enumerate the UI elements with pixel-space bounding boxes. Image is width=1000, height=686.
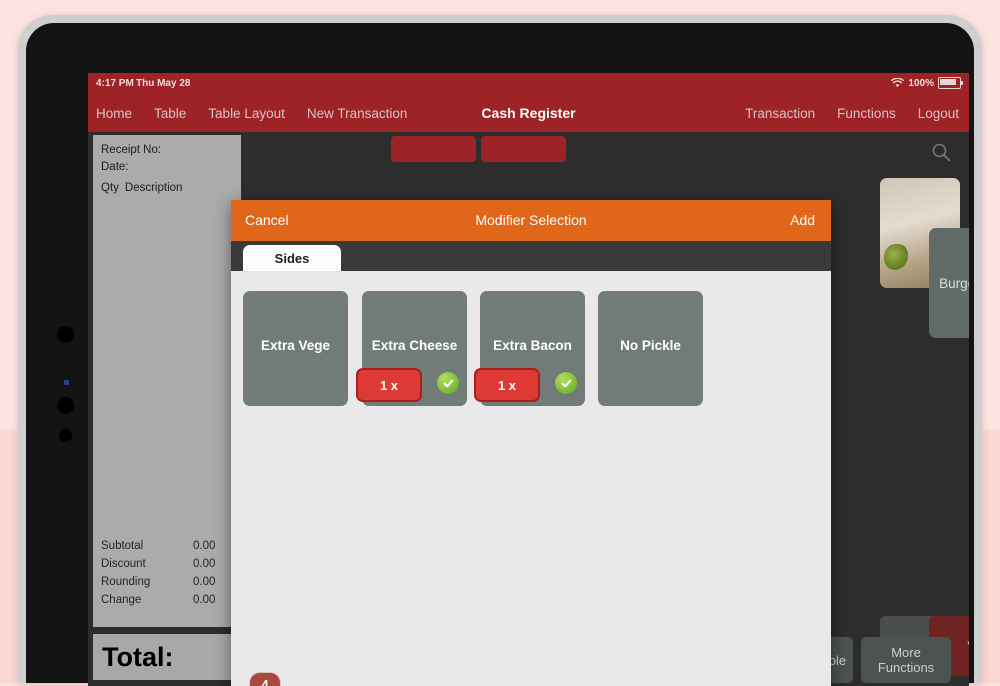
change-label: Change	[101, 594, 142, 606]
nav-left-group: Home Table Table Layout New Transaction	[96, 94, 407, 132]
microphone-icon	[59, 429, 72, 442]
search-icon[interactable]	[931, 142, 951, 167]
tablet-device: 4:17 PM Thu May 28 100% Cash Register Ho…	[18, 15, 982, 686]
status-date: Thu May 28	[136, 78, 191, 89]
nav-item-functions[interactable]: Functions	[837, 106, 896, 121]
receipt-qty-header: Qty	[101, 182, 119, 194]
nav-item-home[interactable]: Home	[96, 106, 132, 121]
nav-item-table[interactable]: Table	[154, 106, 186, 121]
totals-row-discount: Discount 0.00	[93, 558, 241, 576]
nav-item-table-layout[interactable]: Table Layout	[208, 106, 285, 121]
more-functions-button[interactable]: More Functions	[861, 637, 951, 683]
change-value: 0.00	[193, 594, 216, 606]
modifier-tile-extra-bacon[interactable]: Extra Bacon 1 x	[474, 291, 585, 406]
nav-right-group: Transaction Functions Logout	[745, 94, 959, 132]
status-indicators: 100%	[891, 77, 963, 89]
battery-icon	[938, 77, 963, 89]
modal-body: Extra Vege Extra Cheese 1 x Extra Bacon …	[231, 271, 831, 686]
discount-label: Discount	[101, 558, 146, 570]
receipt-column-headers: Qty Description	[101, 182, 182, 194]
receipt-description-header: Description	[124, 182, 183, 194]
nav-item-transaction[interactable]: Transaction	[745, 106, 815, 121]
rounding-label: Rounding	[101, 576, 151, 588]
modifier-tile-no-pickle[interactable]: No Pickle	[598, 291, 703, 406]
camera-lens-icon	[57, 326, 74, 343]
rounding-value: 0.00	[193, 576, 216, 588]
modifier-label: Extra Vege	[260, 338, 331, 353]
nav-item-logout[interactable]: Logout	[918, 106, 959, 121]
sensor-dot-icon	[57, 397, 74, 414]
product-qty-badge: 4	[249, 672, 281, 686]
status-bar: 4:17 PM Thu May 28 100%	[88, 73, 969, 94]
category-tab-2[interactable]	[481, 136, 566, 162]
battery-fill	[940, 79, 956, 85]
modal-tab-strip: Sides	[231, 241, 831, 271]
modifier-qty-badge[interactable]: 1 x	[356, 368, 422, 402]
nav-item-new-transaction[interactable]: New Transaction	[307, 106, 408, 121]
modifier-label: Extra Bacon	[493, 338, 572, 353]
subtotal-label: Subtotal	[101, 540, 144, 552]
receipt-date-label: Date:	[101, 161, 129, 173]
battery-percent-label: 100%	[908, 77, 934, 89]
navigation-bar: Cash Register Home Table Table Layout Ne…	[88, 94, 969, 132]
modifier-selection-dialog: Cancel Modifier Selection Add Sides Extr…	[231, 200, 831, 686]
tablet-bezel: 4:17 PM Thu May 28 100% Cash Register Ho…	[26, 23, 974, 686]
main-content: Receipt No: Date: Qty Description Subtota…	[88, 132, 969, 686]
status-time: 4:17 PM	[96, 78, 134, 89]
add-button[interactable]: Add	[790, 212, 815, 228]
subtotal-value: 0.00	[193, 540, 216, 552]
status-led-icon	[64, 380, 69, 385]
modifier-tile-extra-cheese[interactable]: Extra Cheese 1 x	[356, 291, 467, 406]
totals-row-subtotal: Subtotal 0.00	[93, 540, 241, 558]
modal-title: Modifier Selection	[475, 212, 587, 228]
category-tab-1[interactable]	[391, 136, 476, 162]
wifi-icon	[891, 78, 905, 88]
modifier-label: Extra Cheese	[371, 338, 458, 353]
product-tile-burger-combo[interactable]: Burger Combo	[929, 228, 969, 338]
totals-row-rounding: Rounding 0.00	[93, 576, 241, 594]
modifier-qty-badge[interactable]: 1 x	[474, 368, 540, 402]
modifier-tile-extra-vege[interactable]: Extra Vege	[243, 291, 348, 406]
discount-value: 0.00	[193, 558, 216, 570]
selected-check-icon	[555, 372, 577, 394]
selected-check-icon	[437, 372, 459, 394]
app-screen: 4:17 PM Thu May 28 100% Cash Register Ho…	[88, 73, 969, 686]
totals-block: Subtotal 0.00 Discount 0.00 Rounding 0.0…	[93, 540, 241, 612]
receipt-panel: Receipt No: Date: Qty Description Subtota…	[93, 135, 241, 627]
receipt-no-label: Receipt No:	[101, 144, 162, 156]
tab-sides[interactable]: Sides	[243, 245, 341, 271]
modifier-label: No Pickle	[620, 338, 681, 353]
total-label: Total:	[102, 642, 174, 672]
product-tile-label: Burger Combo	[939, 275, 969, 291]
totals-row-change: Change 0.00	[93, 594, 241, 612]
lettuce-garnish-icon	[884, 244, 908, 270]
modal-header: Cancel Modifier Selection Add	[231, 200, 831, 241]
